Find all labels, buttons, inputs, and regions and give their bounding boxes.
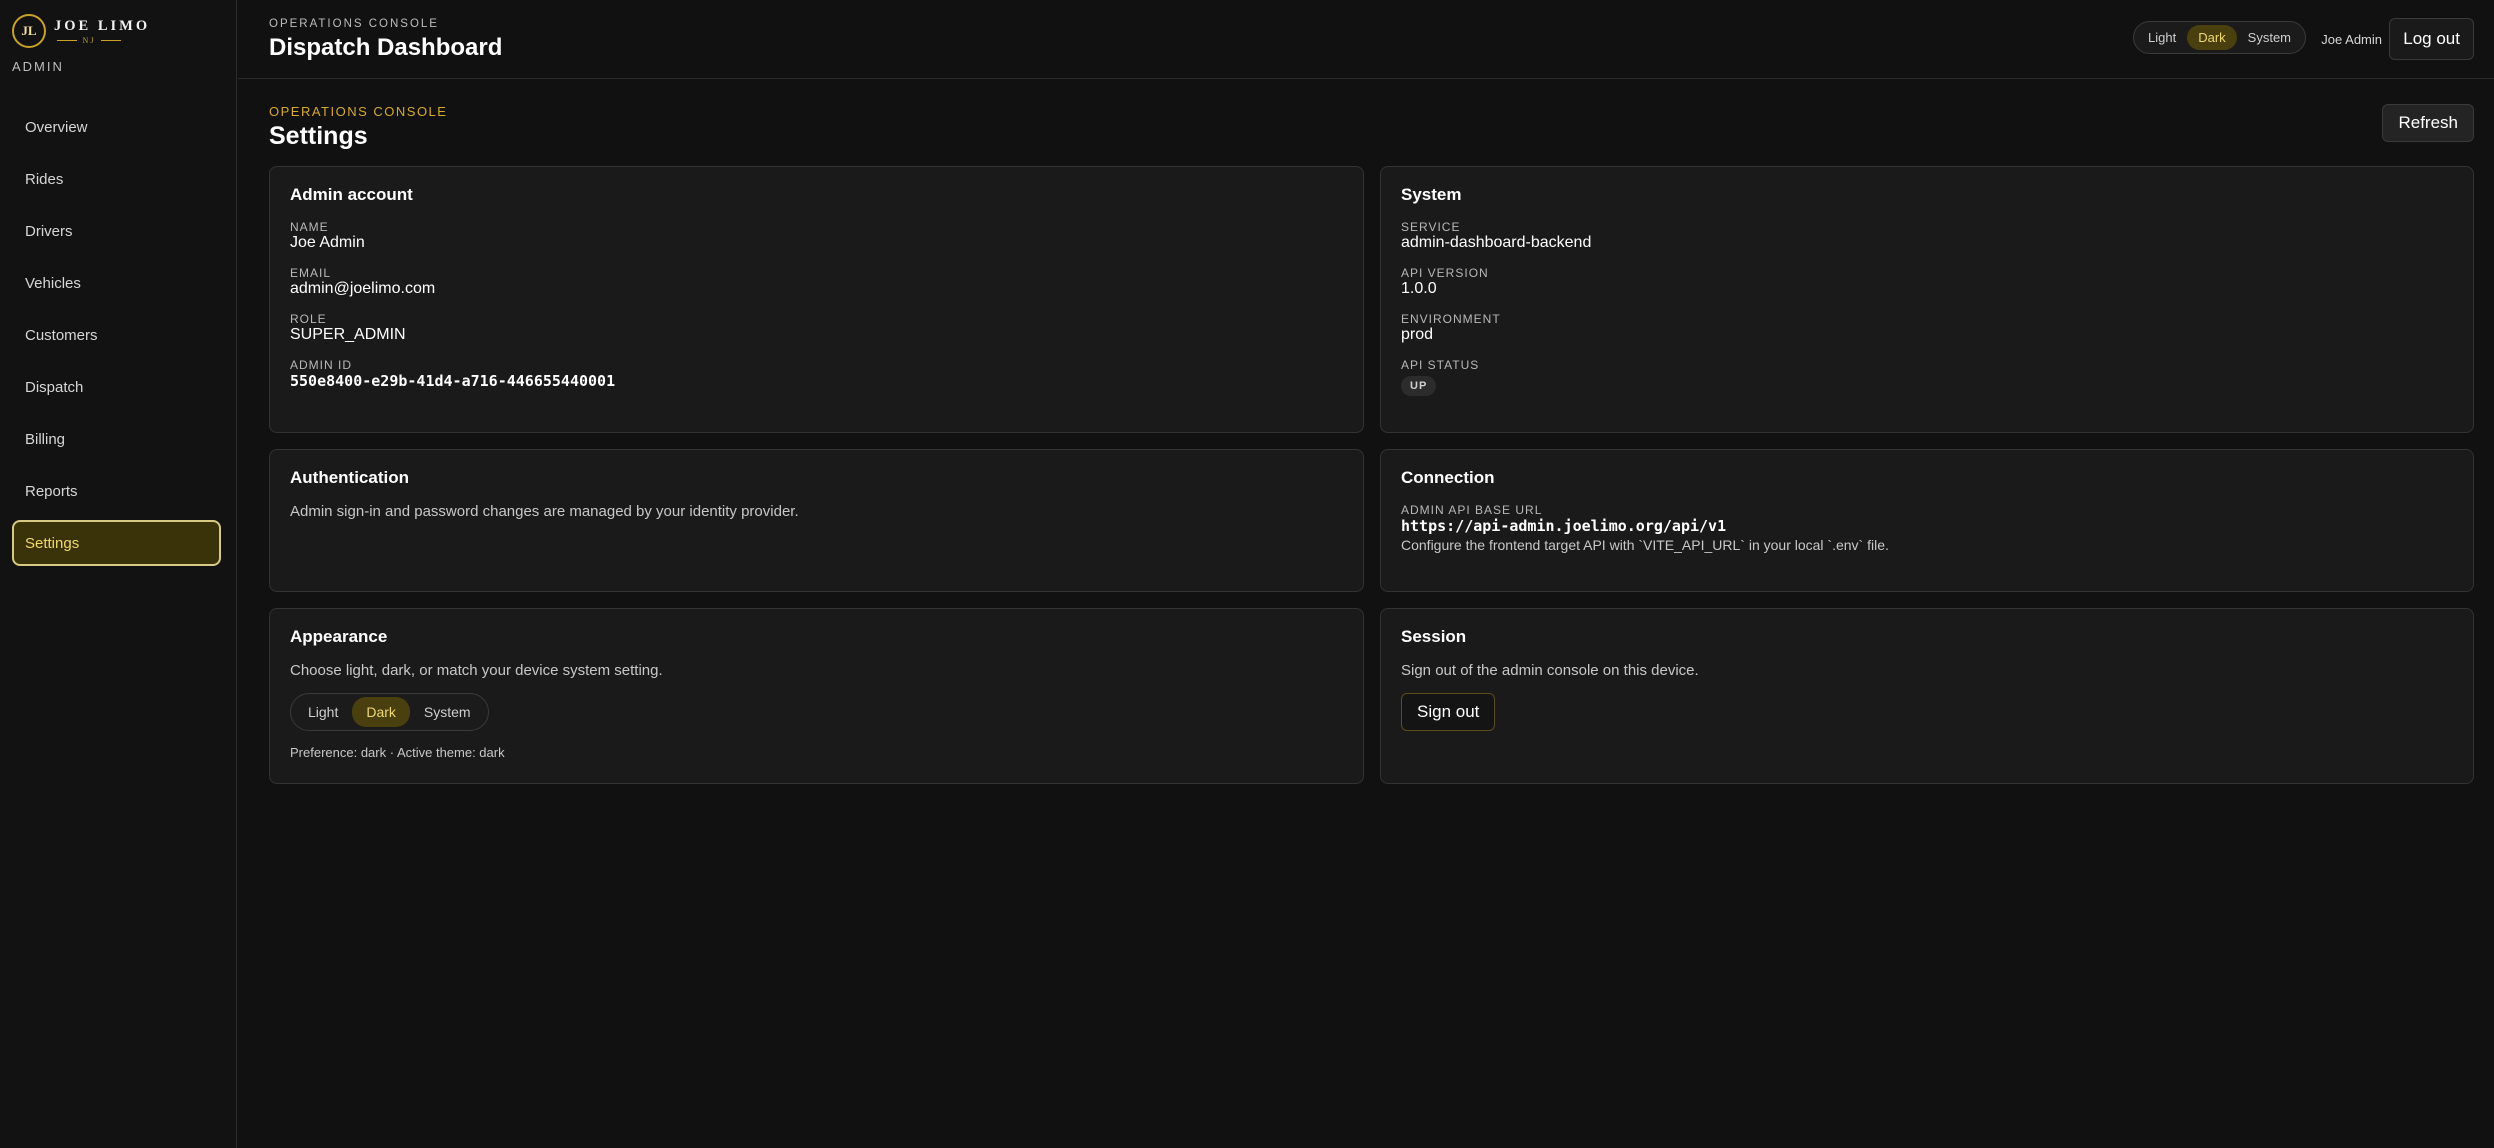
authentication-description: Admin sign-in and password changes are m… — [290, 503, 799, 520]
sidebar-nav: Overview Rides Drivers Vehicles Customer… — [12, 104, 221, 572]
api-status-badge: UP — [1401, 376, 1437, 396]
brand-logo[interactable]: JL JOE LIMO NJ ADMIN — [12, 14, 222, 76]
system-card: System SERVICE admin-dashboard-backend A… — [1380, 166, 2474, 433]
email-value: admin@joelimo.com — [290, 280, 436, 297]
divider — [101, 40, 122, 41]
theme-option-dark[interactable]: Dark — [2187, 25, 2237, 50]
card-title: Connection — [1401, 468, 1495, 487]
environment-label: ENVIRONMENT — [1401, 312, 1501, 326]
header-theme-toggle: Light Dark System — [2133, 21, 2306, 54]
sidebar-item-reports[interactable]: Reports — [12, 468, 221, 514]
card-title: Admin account — [290, 185, 413, 204]
connection-card: Connection ADMIN API BASE URL https://ap… — [1380, 449, 2474, 592]
sidebar-item-billing[interactable]: Billing — [12, 416, 221, 462]
sign-out-button[interactable]: Sign out — [1401, 693, 1496, 731]
admin-id-label: ADMIN ID — [290, 358, 352, 372]
theme-status-text: Preference: dark · Active theme: dark — [290, 745, 505, 760]
role-value: SUPER_ADMIN — [290, 326, 406, 343]
page-title: Settings — [269, 122, 368, 150]
theme-option-system[interactable]: System — [410, 697, 485, 727]
card-title: System — [1401, 185, 1462, 204]
admin-account-card: Admin account NAME Joe Admin EMAIL admin… — [269, 166, 1364, 433]
sidebar-item-drivers[interactable]: Drivers — [12, 208, 221, 254]
service-label: SERVICE — [1401, 220, 1461, 234]
api-status-label: API STATUS — [1401, 358, 1480, 372]
session-card: Session Sign out of the admin console on… — [1380, 608, 2474, 784]
sidebar-item-vehicles[interactable]: Vehicles — [12, 260, 221, 306]
role-label: ROLE — [290, 312, 327, 326]
theme-option-system[interactable]: System — [2237, 25, 2302, 50]
name-value: Joe Admin — [290, 234, 365, 251]
appearance-theme-toggle: Light Dark System — [290, 693, 489, 731]
session-description: Sign out of the admin console on this de… — [1401, 662, 1699, 679]
logo-badge-icon: JL — [12, 14, 46, 48]
sidebar-item-settings[interactable]: Settings — [12, 520, 221, 566]
api-version-value: 1.0.0 — [1401, 280, 1437, 297]
theme-option-dark[interactable]: Dark — [352, 697, 410, 727]
authentication-card: Authentication Admin sign-in and passwor… — [269, 449, 1364, 592]
sidebar-item-rides[interactable]: Rides — [12, 156, 221, 202]
appearance-description: Choose light, dark, or match your device… — [290, 662, 663, 679]
current-user-name: Joe Admin — [2321, 32, 2382, 47]
card-title: Authentication — [290, 468, 409, 487]
brand-sub: NJ — [54, 36, 124, 45]
admin-section-label: ADMIN — [12, 59, 64, 74]
card-title: Appearance — [290, 627, 388, 646]
api-base-url-label: ADMIN API BASE URL — [1401, 503, 1543, 517]
admin-id-value: 550e8400-e29b-41d4-a716-446655440001 — [290, 372, 616, 390]
service-value: admin-dashboard-backend — [1401, 234, 1592, 251]
sidebar-item-overview[interactable]: Overview — [12, 104, 221, 150]
environment-value: prod — [1401, 326, 1434, 343]
name-label: NAME — [290, 220, 329, 234]
top-bar: OPERATIONS CONSOLE Dispatch Dashboard Li… — [238, 0, 2494, 79]
refresh-button[interactable]: Refresh — [2382, 104, 2474, 142]
page-eyebrow: OPERATIONS CONSOLE — [269, 104, 448, 119]
header-title: Dispatch Dashboard — [269, 34, 503, 61]
theme-option-light[interactable]: Light — [294, 697, 352, 727]
sidebar: JL JOE LIMO NJ ADMIN Overview Rides Driv… — [0, 0, 237, 1148]
sidebar-item-customers[interactable]: Customers — [12, 312, 221, 358]
sidebar-item-dispatch[interactable]: Dispatch — [12, 364, 221, 410]
appearance-card: Appearance Choose light, dark, or match … — [269, 608, 1364, 784]
api-base-url-value: https://api-admin.joelimo.org/api/v1 — [1401, 517, 1727, 535]
brand-name: JOE LIMO — [54, 18, 151, 34]
divider — [56, 40, 77, 41]
connection-hint: Configure the frontend target API with `… — [1401, 537, 1889, 553]
logout-button[interactable]: Log out — [2389, 18, 2474, 60]
email-label: EMAIL — [290, 266, 332, 280]
header-eyebrow: OPERATIONS CONSOLE — [269, 18, 439, 30]
card-title: Session — [1401, 627, 1467, 646]
api-version-label: API VERSION — [1401, 266, 1489, 280]
theme-option-light[interactable]: Light — [2137, 25, 2187, 50]
